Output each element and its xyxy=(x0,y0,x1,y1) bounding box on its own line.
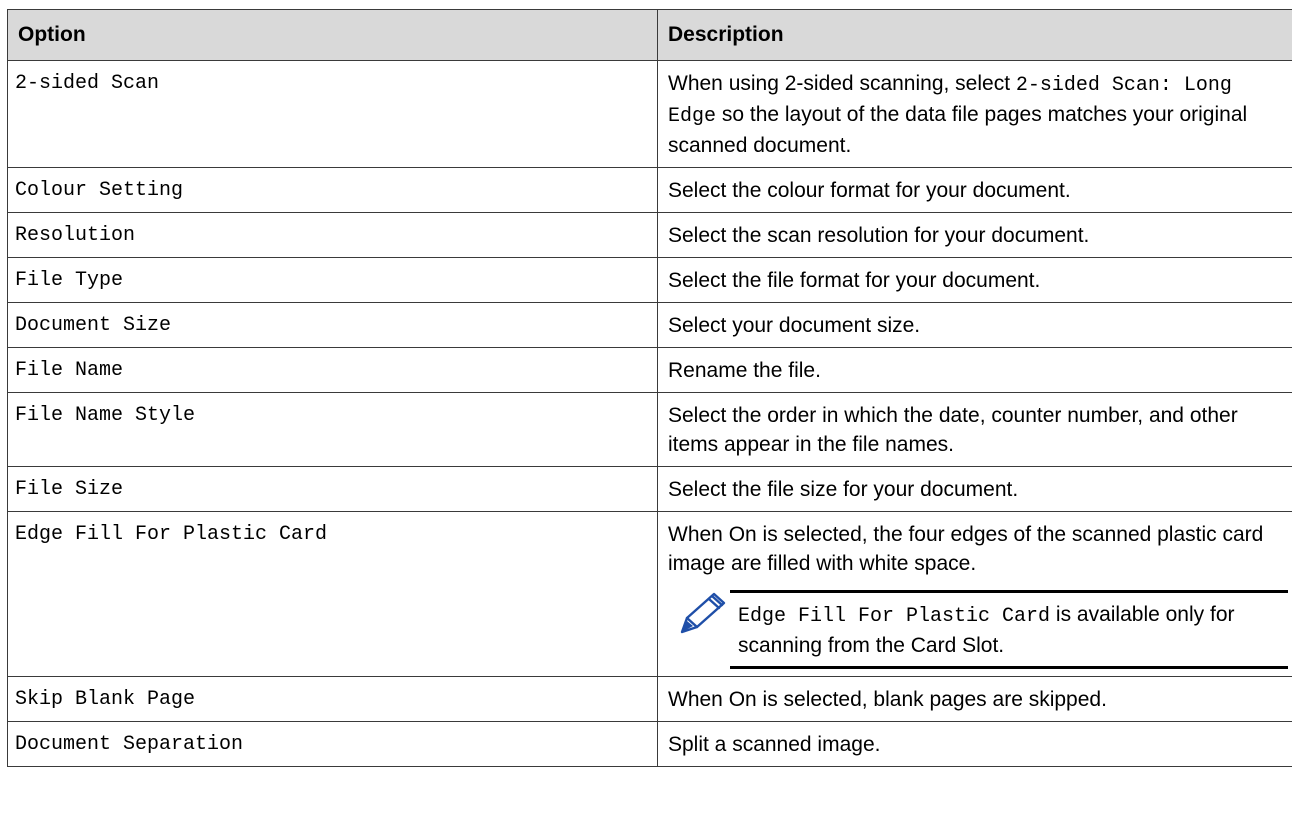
table-row: 2-sided Scan When using 2-sided scanning… xyxy=(7,60,1292,168)
table-row: File Name Rename the file. xyxy=(7,347,1292,393)
description-cell: Select your document size. xyxy=(657,302,1292,348)
option-cell: Edge Fill For Plastic Card xyxy=(7,511,658,677)
description-cell: Select the colour format for your docume… xyxy=(657,167,1292,213)
description-cell: When On is selected, blank pages are ski… xyxy=(657,676,1292,722)
option-cell: File Name xyxy=(7,347,658,393)
option-cell: Document Separation xyxy=(7,721,658,767)
option-cell: Resolution xyxy=(7,212,658,258)
description-cell: When On is selected, the four edges of t… xyxy=(657,511,1292,677)
table-header-row: Option Description xyxy=(7,9,1292,61)
option-cell: Skip Blank Page xyxy=(7,676,658,722)
table-row: Colour Setting Select the colour format … xyxy=(7,167,1292,213)
table-row: Skip Blank Page When On is selected, bla… xyxy=(7,676,1292,722)
description-text: When using 2-sided scanning, select xyxy=(668,72,1016,95)
options-table: Option Description 2-sided Scan When usi… xyxy=(7,9,1292,767)
pencil-icon xyxy=(676,590,730,636)
table-row: Document Separation Split a scanned imag… xyxy=(7,721,1292,767)
note-code: Edge Fill For Plastic Card xyxy=(738,605,1051,628)
table-row: Resolution Select the scan resolution fo… xyxy=(7,212,1292,258)
description-cell: Select the scan resolution for your docu… xyxy=(657,212,1292,258)
option-cell: Document Size xyxy=(7,302,658,348)
option-cell: 2-sided Scan xyxy=(7,60,658,168)
description-text: so the layout of the data file pages mat… xyxy=(668,103,1248,157)
table-row: Edge Fill For Plastic Card When On is se… xyxy=(7,511,1292,677)
description-cell: Select the file format for your document… xyxy=(657,257,1292,303)
description-cell: Rename the file. xyxy=(657,347,1292,393)
header-option: Option xyxy=(7,9,658,61)
description-cell: When using 2-sided scanning, select 2-si… xyxy=(657,60,1292,168)
description-cell: Select the order in which the date, coun… xyxy=(657,392,1292,467)
table-row: Document Size Select your document size. xyxy=(7,302,1292,348)
option-cell: File Type xyxy=(7,257,658,303)
option-cell: Colour Setting xyxy=(7,167,658,213)
option-cell: File Size xyxy=(7,466,658,512)
description-text: When On is selected, the four edges of t… xyxy=(668,523,1264,575)
option-cell: File Name Style xyxy=(7,392,658,467)
table-row: File Size Select the file size for your … xyxy=(7,466,1292,512)
note: Edge Fill For Plastic Card is available … xyxy=(676,590,1288,669)
description-cell: Select the file size for your document. xyxy=(657,466,1292,512)
note-box: Edge Fill For Plastic Card is available … xyxy=(730,590,1288,669)
table-row: File Type Select the file format for you… xyxy=(7,257,1292,303)
header-description: Description xyxy=(657,9,1292,61)
description-cell: Split a scanned image. xyxy=(657,721,1292,767)
table-row: File Name Style Select the order in whic… xyxy=(7,392,1292,467)
